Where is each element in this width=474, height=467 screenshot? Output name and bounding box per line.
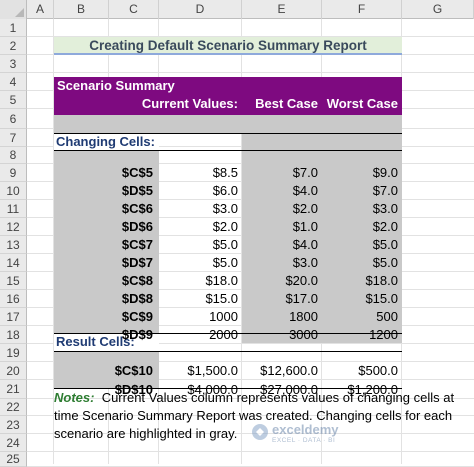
notes-text-1: Current Values column represents values … bbox=[101, 390, 455, 405]
best-case-cell[interactable]: $7.0 bbox=[242, 164, 318, 182]
row-header[interactable]: 12 bbox=[0, 218, 27, 236]
changing-cell-ref[interactable]: $D$9 bbox=[109, 326, 153, 344]
best-case-cell[interactable]: $12,600.0 bbox=[242, 362, 318, 380]
column-header-bar: A B C D E F G bbox=[0, 0, 474, 19]
current-value-cell[interactable]: 1000 bbox=[159, 308, 238, 326]
row-header[interactable]: 19 bbox=[0, 344, 27, 362]
current-value-cell[interactable]: $15.0 bbox=[159, 290, 238, 308]
current-value-cell[interactable]: $1,500.0 bbox=[159, 362, 238, 380]
row-header[interactable]: 18 bbox=[0, 326, 27, 344]
worst-case-cell[interactable]: $500.0 bbox=[322, 362, 398, 380]
result-label-divider bbox=[54, 351, 402, 352]
column-header-e[interactable]: E bbox=[242, 0, 322, 19]
row-header[interactable]: 5 bbox=[0, 91, 27, 109]
row-header[interactable]: 15 bbox=[0, 272, 27, 290]
changing-cell-ref[interactable]: $C$5 bbox=[109, 164, 153, 182]
changing-label-divider bbox=[54, 150, 402, 151]
watermark-brand: exceldemy bbox=[272, 422, 339, 437]
changing-cell-ref[interactable]: $D$7 bbox=[109, 254, 153, 272]
changing-cell-ref[interactable]: $C$9 bbox=[109, 308, 153, 326]
best-case-cell[interactable]: $17.0 bbox=[242, 290, 318, 308]
changing-cell-ref[interactable]: $C$7 bbox=[109, 236, 153, 254]
worst-case-cell[interactable]: $9.0 bbox=[322, 164, 398, 182]
spreadsheet: A B C D E F G 1 2 3 4 5 6 7 8 9 10 11 12 13 14 15 16 17 1… bbox=[0, 0, 474, 467]
row-header[interactable]: 6 bbox=[0, 109, 27, 129]
changing-cell-ref[interactable]: $C$10 bbox=[109, 362, 153, 380]
worst-case-cell[interactable]: $18.0 bbox=[322, 272, 398, 290]
row-header[interactable]: 16 bbox=[0, 290, 27, 308]
row-header[interactable]: 21 bbox=[0, 380, 27, 399]
worst-case-cell[interactable]: $3.0 bbox=[322, 200, 398, 218]
column-label-worst[interactable]: Worst Case bbox=[322, 96, 398, 111]
best-case-cell[interactable]: $1.0 bbox=[242, 218, 318, 236]
notes-label: Notes: bbox=[54, 390, 95, 405]
row-header[interactable]: 11 bbox=[0, 200, 27, 218]
best-case-cell[interactable]: $4.0 bbox=[242, 182, 318, 200]
changing-cells-label[interactable]: Changing Cells: bbox=[56, 134, 155, 149]
current-value-cell[interactable]: 2000 bbox=[159, 326, 238, 344]
current-value-cell[interactable]: $8.5 bbox=[159, 164, 238, 182]
summary-header-title[interactable]: Scenario Summary bbox=[57, 78, 175, 93]
changing-cell-ref[interactable]: $D$5 bbox=[109, 182, 153, 200]
exceldemy-watermark: exceldemy EXCEL · DATA · BI bbox=[250, 420, 360, 450]
row-header[interactable]: 4 bbox=[0, 73, 27, 91]
column-header-f[interactable]: F bbox=[322, 0, 402, 19]
worst-case-cell[interactable]: $15.0 bbox=[322, 290, 398, 308]
column-header-a[interactable]: A bbox=[27, 0, 54, 19]
column-header-g[interactable]: G bbox=[402, 0, 474, 19]
select-all-corner[interactable] bbox=[0, 0, 27, 19]
select-all-icon bbox=[15, 8, 24, 17]
worst-case-cell[interactable]: $2.0 bbox=[322, 218, 398, 236]
column-header-c[interactable]: C bbox=[109, 0, 159, 19]
worst-case-cell[interactable]: $5.0 bbox=[322, 254, 398, 272]
row-header[interactable]: 9 bbox=[0, 164, 27, 182]
row-gridline bbox=[27, 451, 474, 452]
column-header-b[interactable]: B bbox=[54, 0, 109, 19]
changing-cell-ref[interactable]: $C$6 bbox=[109, 200, 153, 218]
best-case-cell[interactable]: 3000 bbox=[242, 326, 318, 344]
watermark-tagline: EXCEL · DATA · BI bbox=[272, 437, 336, 444]
row-header[interactable]: 1 bbox=[0, 19, 27, 37]
worst-case-cell[interactable]: 500 bbox=[322, 308, 398, 326]
best-case-cell[interactable]: $4.0 bbox=[242, 236, 318, 254]
row-header[interactable]: 22 bbox=[0, 399, 27, 416]
row-header[interactable]: 2 bbox=[0, 37, 27, 55]
row-gridline bbox=[27, 72, 474, 73]
row-header[interactable]: 17 bbox=[0, 308, 27, 326]
current-value-cell[interactable]: $5.0 bbox=[159, 254, 238, 272]
row-header[interactable]: 13 bbox=[0, 236, 27, 254]
row-header[interactable]: 24 bbox=[0, 434, 27, 452]
changing-cell-ref[interactable]: $D$6 bbox=[109, 218, 153, 236]
row-header[interactable]: 10 bbox=[0, 182, 27, 200]
row-header[interactable]: 7 bbox=[0, 129, 27, 147]
worst-case-cell[interactable]: 1200 bbox=[322, 326, 398, 344]
row-header[interactable]: 25 bbox=[0, 452, 27, 467]
best-case-cell[interactable]: $20.0 bbox=[242, 272, 318, 290]
row-header[interactable]: 20 bbox=[0, 362, 27, 380]
row-header[interactable]: 23 bbox=[0, 416, 27, 434]
column-header-d[interactable]: D bbox=[159, 0, 242, 19]
best-case-cell[interactable]: $2.0 bbox=[242, 200, 318, 218]
current-value-cell[interactable]: $3.0 bbox=[159, 200, 238, 218]
page-title[interactable]: Creating Default Scenario Summary Report bbox=[54, 37, 402, 55]
best-case-cell[interactable]: 1800 bbox=[242, 308, 318, 326]
notes-line-1[interactable]: Notes: Current Values column represents … bbox=[54, 390, 454, 405]
worst-case-cell[interactable]: $7.0 bbox=[322, 182, 398, 200]
column-label-current[interactable]: Current Values: bbox=[109, 96, 238, 111]
current-value-cell[interactable]: $2.0 bbox=[159, 218, 238, 236]
row7-fill bbox=[159, 115, 242, 133]
current-value-cell[interactable]: $18.0 bbox=[159, 272, 238, 290]
current-value-cell[interactable]: $6.0 bbox=[159, 182, 238, 200]
row-header[interactable]: 8 bbox=[0, 147, 27, 164]
current-value-cell[interactable]: $5.0 bbox=[159, 236, 238, 254]
changing-cell-ref[interactable]: $C$8 bbox=[109, 272, 153, 290]
row-header[interactable]: 14 bbox=[0, 254, 27, 272]
best-case-cell[interactable]: $3.0 bbox=[242, 254, 318, 272]
worst-case-cell[interactable]: $5.0 bbox=[322, 236, 398, 254]
row-header[interactable]: 3 bbox=[0, 55, 27, 73]
changing-cell-ref[interactable]: $D$8 bbox=[109, 290, 153, 308]
column-label-best[interactable]: Best Case bbox=[242, 96, 318, 111]
